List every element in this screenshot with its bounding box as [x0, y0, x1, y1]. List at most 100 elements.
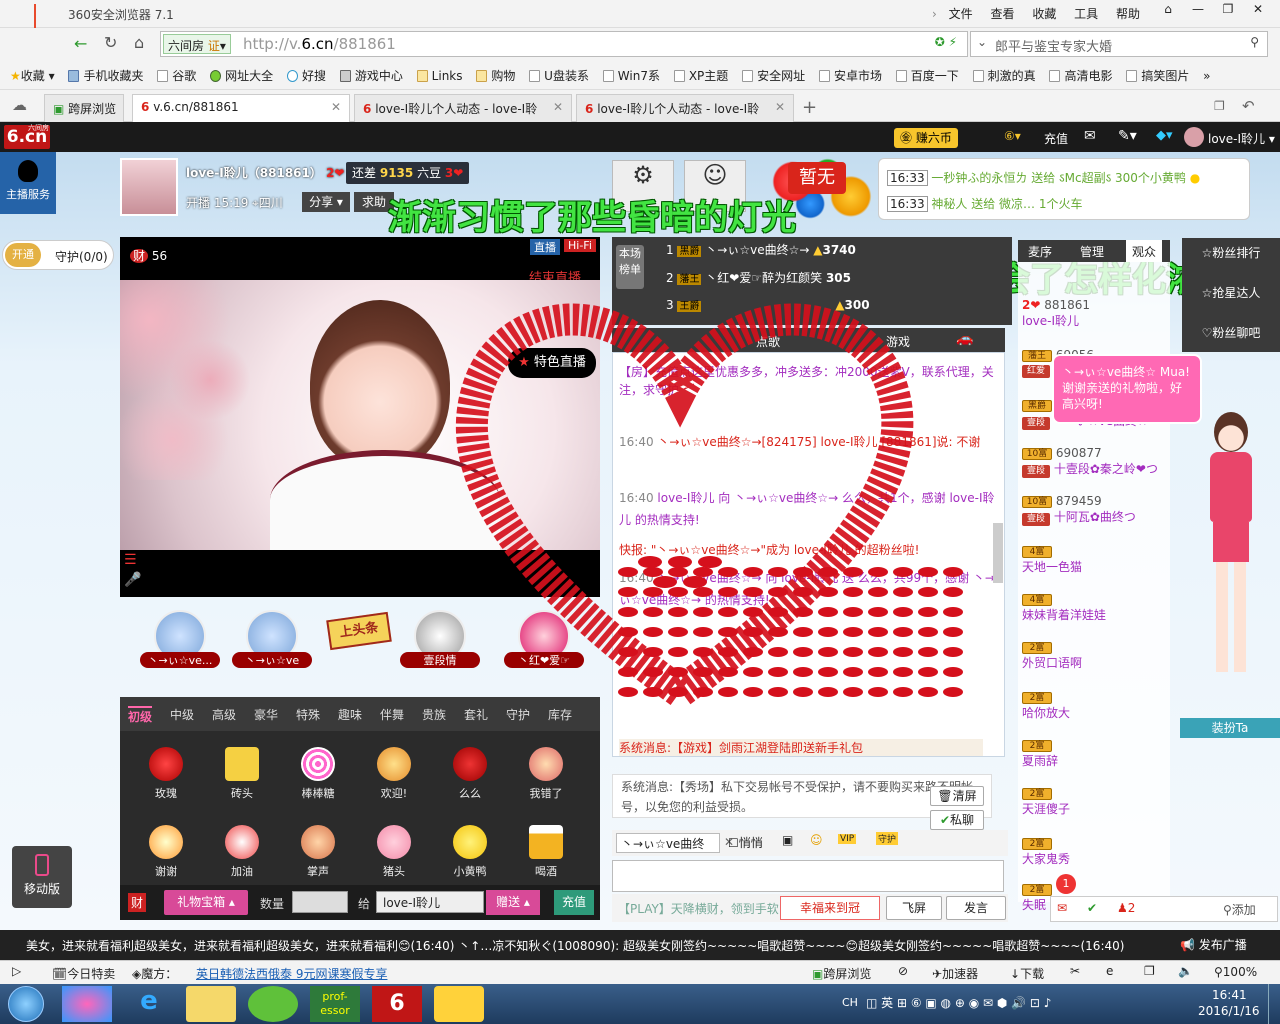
share-button[interactable]: 分享 ▾	[302, 192, 350, 212]
cloud-icon[interactable]: ☁	[12, 96, 27, 114]
gift-tab[interactable]: 豪华	[254, 706, 278, 723]
gift-beer[interactable]: 喝酒	[516, 825, 576, 879]
tab-profile-1[interactable]: 6 love-I聆儿个人动态 - love-I聆 ✕	[354, 94, 572, 122]
gift-tab[interactable]: 中级	[170, 706, 194, 723]
guard-bar[interactable]: 开通 守护(0/0)	[2, 240, 114, 270]
menu-help[interactable]: 帮助	[1116, 7, 1140, 21]
viewer-item[interactable]: 2❤ 881861 love-I聆儿	[1022, 298, 1168, 329]
security-icon[interactable]: ✪ ⚡	[935, 35, 957, 49]
chat-target-select[interactable]: 丶→ぃ☆ve曲终	[616, 833, 720, 853]
clear-screen-button[interactable]: 🗑清屏	[930, 786, 984, 806]
user-avatar[interactable]	[1184, 127, 1204, 147]
lucky-button[interactable]: 幸福来到冠	[780, 896, 880, 920]
search-input[interactable]: 郎平与鉴宝专家大婚	[995, 36, 1112, 55]
car-icon[interactable]: 🚗	[956, 331, 973, 347]
360-browser-icon[interactable]	[248, 986, 298, 1022]
fan-chat-button[interactable]: ♡粉丝聊吧	[1182, 324, 1280, 341]
gift-sorry[interactable]: 我错了	[516, 747, 576, 801]
favorite-item[interactable]: XP主题	[673, 67, 728, 84]
chat-scrollbar[interactable]	[993, 523, 1003, 583]
gift-lollipop[interactable]: 棒棒糖	[288, 747, 348, 801]
url-text[interactable]: http://v.6.cn/881861	[243, 35, 396, 53]
edit-icon[interactable]: ✎▾	[1118, 128, 1137, 144]
6cn-app[interactable]: 6	[372, 986, 422, 1022]
today-deals[interactable]: 🗓今日特卖	[52, 965, 115, 982]
image-icon[interactable]: ▣	[782, 833, 793, 847]
gift-welcome[interactable]: 欢迎!	[364, 747, 424, 801]
recharge-button[interactable]: 充值	[554, 890, 594, 915]
publish-broadcast-button[interactable]: 📢 发布广播	[1180, 934, 1274, 956]
check-icon[interactable]: ✔	[1087, 901, 1097, 915]
viewer-item[interactable]: 2富 外贸口语啊	[1022, 640, 1168, 671]
volume-icon[interactable]: 🔈	[1178, 964, 1193, 978]
volume-bars-icon[interactable]: ☰	[124, 552, 137, 568]
cross-screen-link[interactable]: ▣跨屏浏览	[812, 965, 871, 982]
gift-applause[interactable]: 掌声	[288, 825, 348, 879]
favorite-item[interactable]: ★收藏 ▾	[10, 67, 55, 84]
favorite-item[interactable]: 刺激的真	[972, 67, 1036, 84]
vip-icon[interactable]: VIP	[838, 834, 857, 844]
gift-duck[interactable]: 小黄鸭	[440, 825, 500, 879]
viewer-item[interactable]: 2富 天涯傻子	[1022, 786, 1168, 817]
tab-audience[interactable]: 观众	[1126, 240, 1163, 262]
rank-row[interactable]: 1 黑爵 丶→ぃ☆ve曲终☆→ ▲3740	[666, 241, 856, 258]
gift-tab[interactable]: 伴舞	[380, 706, 404, 723]
recharge-link[interactable]: 充值	[1044, 130, 1068, 147]
message-icon[interactable]: ✉	[1057, 901, 1067, 915]
viewer-item[interactable]: 10富 879459 壹段 十阿瓦✿曲终つ	[1022, 494, 1168, 526]
gifter-item[interactable]: 丶→ぃ☆ve...	[140, 610, 220, 668]
viewer-item[interactable]: 10富 690877 壹段 十壹段✿秦之岭❤つ	[1022, 446, 1168, 478]
earn-coins-button[interactable]: ㊎ 赚六币	[894, 128, 958, 148]
zoom-level[interactable]: ⚲100%	[1214, 965, 1257, 979]
ie-mode-icon[interactable]: e	[1106, 964, 1113, 978]
ad-link[interactable]: 英日韩德法西俄泰 9元网课寒假专享	[196, 965, 387, 982]
gift-brick[interactable]: 砖头	[212, 747, 272, 801]
favorite-item[interactable]: 安卓市场	[818, 67, 882, 84]
notice-badge[interactable]: 1	[1056, 874, 1076, 894]
show-desktop-button[interactable]	[1268, 984, 1280, 1024]
gift-cheer[interactable]: 加油	[212, 825, 272, 879]
gift-box-button[interactable]: 礼物宝箱 ▴	[164, 890, 248, 915]
close-icon[interactable]: ✕	[1246, 2, 1270, 22]
more-favorites-icon[interactable]: »	[1203, 69, 1210, 83]
emoji-icon[interactable]: ☺	[810, 833, 823, 847]
skin-icon[interactable]: ⌂	[1156, 2, 1180, 22]
fly-screen-button[interactable]: 飞屏	[886, 896, 942, 920]
open-guard-button[interactable]: 开通	[5, 243, 41, 267]
ime-lang[interactable]: CH	[842, 996, 858, 1009]
explorer-icon[interactable]	[186, 986, 236, 1022]
dress-up-button[interactable]: 装扮Ta	[1180, 718, 1280, 738]
screenshot-icon[interactable]: ✂	[1070, 964, 1080, 978]
fan-rank-button[interactable]: ☆粉丝排行	[1182, 244, 1280, 261]
tab-close-icon[interactable]: ✕	[331, 100, 341, 114]
whisper-checkbox[interactable]: ☐悄悄	[728, 834, 763, 851]
gift-kiss[interactable]: 么么	[440, 747, 500, 801]
favorite-item[interactable]: 高清电影	[1049, 67, 1113, 84]
favorite-item[interactable]: 游戏中心	[339, 67, 403, 84]
refresh-icon[interactable]: ↻	[104, 33, 117, 52]
favorite-item[interactable]: 购物	[476, 67, 515, 84]
tab-cross-screen[interactable]: ▣ 跨屏浏览	[44, 94, 124, 122]
host-service[interactable]: 主播服务	[0, 152, 56, 214]
viewer-item[interactable]: 4富 妹妹背着洋娃娃	[1022, 592, 1168, 623]
menu-view[interactable]: 查看	[990, 7, 1014, 21]
professor-app[interactable]: prof-essor	[310, 986, 360, 1022]
favorite-item[interactable]: Links	[416, 69, 463, 83]
private-chat-button[interactable]: ✔私聊	[930, 810, 984, 830]
viewer-item[interactable]: 2富 大家鬼秀	[1022, 836, 1168, 867]
microphone-icon[interactable]: 🎤	[124, 572, 141, 588]
guard-icon[interactable]: 守护	[876, 832, 899, 845]
chrome-icon[interactable]: ⊘	[898, 964, 908, 978]
menu-tools[interactable]: 工具	[1074, 7, 1098, 21]
back-icon[interactable]: ←	[74, 34, 87, 53]
recipient-select[interactable]: love-I聆儿	[376, 891, 484, 913]
favorite-item[interactable]: 安全网址	[742, 67, 805, 84]
download-link[interactable]: ↓下载	[1010, 965, 1044, 982]
maximize-icon[interactable]: ❐	[1216, 2, 1240, 22]
taskbar-app[interactable]	[62, 986, 112, 1022]
undo-close-icon[interactable]: ↶	[1242, 97, 1255, 115]
star-grabber-button[interactable]: ☆抢星达人	[1182, 284, 1280, 301]
menu-favorites[interactable]: 收藏	[1032, 7, 1056, 21]
mobile-version-button[interactable]: 移动版	[12, 846, 72, 908]
viewer-item[interactable]: 2富 夏雨辞	[1022, 738, 1168, 769]
